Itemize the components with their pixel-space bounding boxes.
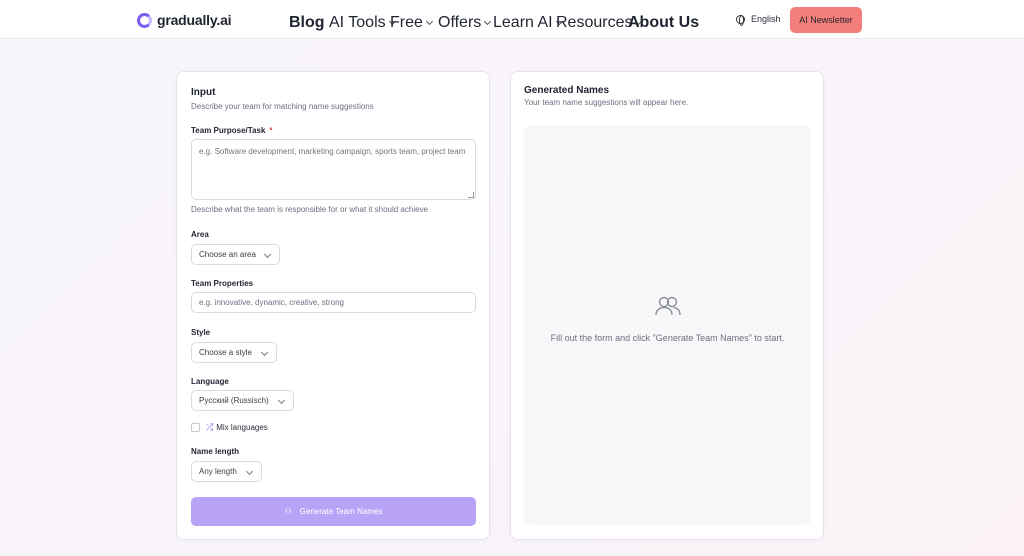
language-label: Language — [191, 377, 229, 386]
nav-learn-ai[interactable]: Learn AI — [493, 14, 563, 32]
purpose-label-text: Team Purpose/Task — [191, 126, 266, 135]
name-length-label: Name length — [191, 447, 240, 456]
language-switcher[interactable]: English — [736, 14, 781, 26]
nav-label: Resources — [556, 14, 633, 31]
results-area: Fill out the form and click "Generate Te… — [524, 125, 811, 525]
users-icon — [655, 296, 681, 316]
output-card-title: Generated Names — [524, 85, 610, 96]
input-card-subtitle: Describe your team for matching name sug… — [191, 102, 374, 111]
mix-languages-row[interactable]: ⤮ Mix languages — [191, 422, 268, 433]
purpose-hint: Describe what the team is responsible fo… — [191, 205, 429, 214]
nav-label: Blog — [289, 14, 325, 31]
logo-icon — [137, 12, 152, 28]
language-select-value: Русский (Russisch) — [199, 396, 269, 405]
properties-placeholder: e.g. innovative, dynamic, creative, stro… — [199, 298, 344, 307]
properties-label: Team Properties — [191, 279, 254, 288]
language-select[interactable]: Русский (Russisch) — [191, 390, 294, 411]
chevron-down-icon — [260, 348, 269, 357]
purpose-label: Team Purpose/Task * — [191, 126, 273, 135]
purpose-textarea[interactable] — [191, 139, 476, 200]
nav-label: Learn AI — [493, 14, 553, 31]
name-length-select[interactable]: Any length — [191, 461, 262, 482]
area-select-value: Choose an area — [199, 250, 256, 259]
chevron-down-icon — [263, 250, 272, 259]
mix-languages-label: Mix languages — [216, 423, 268, 432]
empty-state-message: Fill out the form and click "Generate Te… — [550, 333, 785, 343]
area-select[interactable]: Choose an area — [191, 244, 280, 265]
nav-free[interactable]: Free — [390, 14, 433, 32]
mix-languages-checkbox[interactable] — [191, 423, 200, 432]
style-select-value: Choose a style — [199, 348, 252, 357]
nav-label: About Us — [628, 14, 700, 31]
name-length-select-value: Any length — [199, 467, 237, 476]
generate-button[interactable]: ⚇ Generate Team Names — [191, 497, 476, 526]
resize-handle[interactable] — [468, 192, 474, 198]
area-label: Area — [191, 230, 209, 239]
newsletter-button[interactable]: AI Newsletter — [790, 7, 862, 33]
nav-label: AI Tools — [329, 14, 386, 31]
nav-label: Free — [390, 14, 423, 31]
nav-ai-tools[interactable]: AI Tools — [329, 14, 396, 32]
output-card-subtitle: Your team name suggestions will appear h… — [524, 98, 689, 107]
chevron-down-icon — [484, 17, 492, 26]
style-select[interactable]: Choose a style — [191, 342, 277, 363]
required-mark: * — [269, 126, 273, 135]
shuffle-icon: ⤮ — [206, 422, 214, 432]
site-header: gradually.ai Blog AI Tools Free Offers L… — [0, 0, 1024, 39]
chevron-down-icon — [245, 467, 254, 476]
input-card-title: Input — [191, 87, 216, 98]
chevron-down-icon — [277, 396, 286, 405]
generate-button-label: Generate Team Names — [299, 507, 383, 516]
users-icon: ⚇ — [284, 507, 292, 516]
logo-text: gradually.ai — [157, 12, 232, 28]
nav-offers[interactable]: Offers — [438, 14, 492, 32]
globe-icon — [736, 14, 745, 26]
nav-label: Offers — [438, 14, 482, 31]
properties-input[interactable]: e.g. innovative, dynamic, creative, stro… — [191, 292, 476, 313]
output-card: Generated Names Your team name suggestio… — [510, 71, 824, 540]
input-card: Input Describe your team for matching na… — [176, 71, 490, 540]
nav-blog[interactable]: Blog — [289, 14, 325, 32]
logo[interactable]: gradually.ai — [137, 11, 232, 29]
chevron-down-icon — [425, 17, 433, 26]
language-label: English — [751, 14, 781, 24]
nav-about-us[interactable]: About Us — [628, 14, 699, 32]
style-label: Style — [191, 328, 211, 337]
